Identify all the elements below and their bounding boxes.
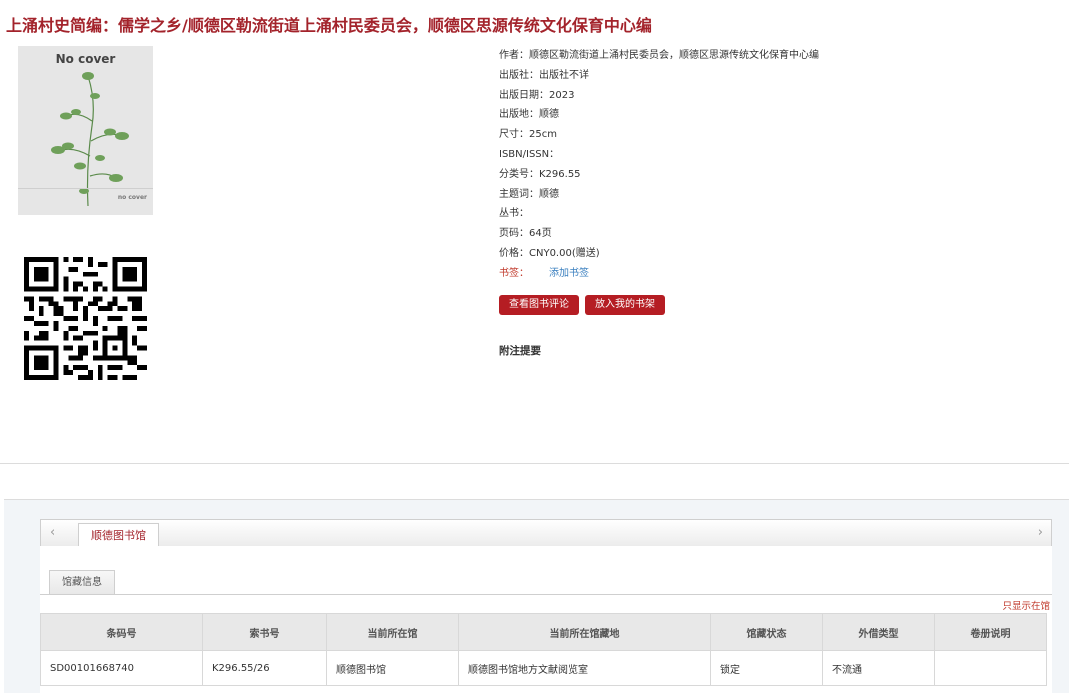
holdings-content: 馆藏信息 只显示在馆 条码号 索书号 当前所在馆 当前所在馆藏地 馆藏状态 外借… <box>40 546 1052 693</box>
divider <box>40 594 1052 595</box>
column-header: 条码号 <box>40 613 203 651</box>
meta-author: 作者：顺德区勒流街道上涌村民委员会，顺德区思源传统文化保育中心编 <box>499 50 819 61</box>
meta-pub-place: 出版地：顺德 <box>499 109 559 121</box>
cover-footer-text: no cover <box>117 194 147 201</box>
table-cell <box>934 650 1047 686</box>
table-cell: SD00101668740 <box>40 650 203 686</box>
meta-isbn: ISBN/ISSN： <box>499 148 560 160</box>
book-title: 上涌村史简编：儒学之乡/顺德区勒流街道上涌村民委员会，顺德区思源传统文化保育中心… <box>6 16 652 35</box>
holdings-panel: ‹ 顺德图书馆 › 馆藏信息 只显示在馆 条码号 索书号 当前所在馆 当前所在馆… <box>4 500 1069 693</box>
only-show-available-link[interactable]: 只显示在馆 <box>1002 598 1050 612</box>
chevron-right-icon[interactable]: › <box>1038 525 1043 540</box>
column-header: 卷册说明 <box>934 613 1047 651</box>
column-header: 当前所在馆 <box>326 613 459 651</box>
meta-pages: 页码：64页 <box>499 228 552 240</box>
plant-illustration <box>51 72 129 207</box>
table-row: SD00101668740 K296.55/26 顺德图书馆 顺德图书馆地方文献… <box>40 650 1047 686</box>
tab-holdings-info[interactable]: 馆藏信息 <box>49 570 115 594</box>
cover-divider <box>18 188 153 189</box>
table-cell: 不流通 <box>822 650 935 686</box>
add-bookmark-link[interactable]: 添加书签 <box>549 268 589 279</box>
tab-shunde-library[interactable]: 顺德图书馆 <box>78 523 159 547</box>
chevron-left-icon[interactable]: ‹ <box>50 525 55 540</box>
column-header: 外借类型 <box>822 613 935 651</box>
meta-publisher: 出版社：出版社不详 <box>499 69 589 81</box>
book-metadata: 作者：顺德区勒流街道上涌村民委员会，顺德区思源传统文化保育中心编 出版社：出版社… <box>499 49 819 287</box>
meta-pub-date: 出版日期：2023 <box>499 89 575 101</box>
column-header: 索书号 <box>202 613 327 651</box>
meta-class-no: 分类号：K296.55 <box>499 168 581 180</box>
meta-size: 尺寸：25cm <box>499 129 557 141</box>
table-cell: 顺德图书馆 <box>326 650 459 686</box>
bookmark-label: 书签： <box>499 267 529 279</box>
meta-bookmark: 书签： 添加书签 <box>499 267 819 287</box>
table-cell: 顺德图书馆地方文献阅览室 <box>458 650 711 686</box>
book-cover-image: No cover no cover <box>18 46 153 215</box>
notes-heading: 附注提要 <box>499 345 541 357</box>
qr-code <box>24 257 147 380</box>
holdings-table: 条码号 索书号 当前所在馆 当前所在馆藏地 馆藏状态 外借类型 卷册说明 SD0… <box>40 613 1047 686</box>
meta-price: 价格：CNY0.00(赠送) <box>499 247 600 259</box>
divider <box>0 463 1069 464</box>
meta-subject: 主题词：顺德 <box>499 188 559 200</box>
column-header: 馆藏状态 <box>710 613 823 651</box>
meta-series: 丛书： <box>499 208 529 220</box>
add-to-shelf-button[interactable]: 放入我的书架 <box>585 295 665 315</box>
action-buttons: 查看图书评论 放入我的书架 <box>499 292 671 315</box>
column-header: 当前所在馆藏地 <box>458 613 711 651</box>
library-tab-bar: ‹ 顺德图书馆 › <box>40 519 1052 547</box>
table-header-row: 条码号 索书号 当前所在馆 当前所在馆藏地 馆藏状态 外借类型 卷册说明 <box>40 613 1047 651</box>
table-cell: K296.55/26 <box>202 650 327 686</box>
table-cell: 锁定 <box>710 650 823 686</box>
view-reviews-button[interactable]: 查看图书评论 <box>499 295 579 315</box>
